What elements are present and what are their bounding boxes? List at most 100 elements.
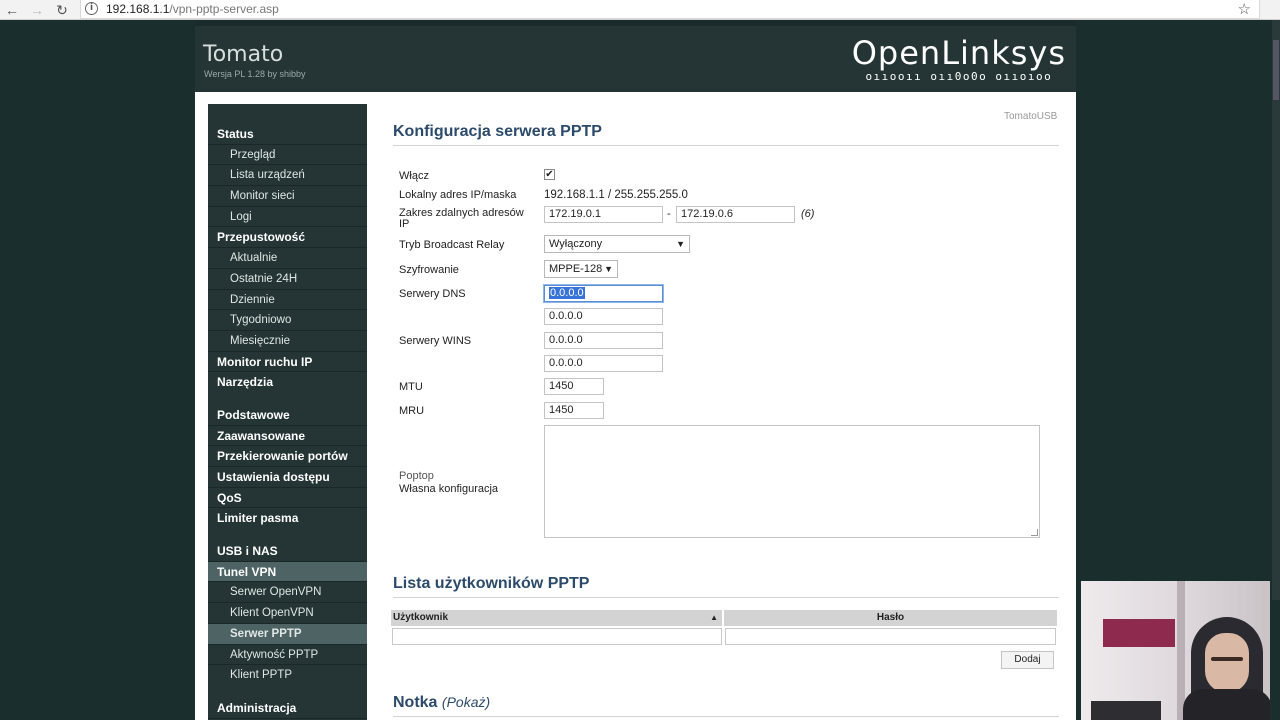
dns-1-selected-text: 0.0.0.0 xyxy=(549,287,585,299)
new-user-input[interactable] xyxy=(392,628,722,645)
router-page: Tomato Wersja PL 1.28 by shibby OpenLink… xyxy=(195,26,1076,720)
resize-grip-icon[interactable] xyxy=(1031,529,1038,536)
new-password-input[interactable] xyxy=(725,628,1056,645)
sidebar-item-tygodniowo[interactable]: Tygodniowo xyxy=(208,310,367,331)
webcam-wall-stripe xyxy=(1103,619,1175,647)
sort-asc-icon: ▲ xyxy=(710,613,718,622)
sidebar-item-przeglad[interactable]: Przegląd xyxy=(208,145,367,166)
wins-2-input[interactable]: 0.0.0.0 xyxy=(544,355,663,372)
section-divider xyxy=(393,597,1059,598)
custom-config-label-2: Własna konfiguracja xyxy=(399,483,499,495)
wins-1-input[interactable]: 0.0.0.0 xyxy=(544,332,663,349)
encryption-value: MPPE-128 xyxy=(549,263,603,275)
page-margin-left xyxy=(0,20,195,720)
url-text[interactable]: 192.168.1.1/vpn-pptp-server.asp xyxy=(106,2,279,16)
sidebar-item-limiter-pasma[interactable]: Limiter pasma xyxy=(208,508,367,529)
sidebar-item-administracja[interactable]: Administracja xyxy=(208,698,367,719)
local-ip-label: Lokalny adres IP/maska xyxy=(399,189,517,201)
page-header: Tomato Wersja PL 1.28 by shibby OpenLink… xyxy=(195,26,1076,92)
sidebar-item-qos[interactable]: QoS xyxy=(208,488,367,509)
enable-label: Włącz xyxy=(399,170,429,182)
webcam-monitor xyxy=(1091,701,1161,720)
remote-range-dash: - xyxy=(667,208,671,220)
browser-toolbar: ← → ↻ i 192.168.1.1/vpn-pptp-server.asp … xyxy=(0,0,1280,20)
mru-label: MRU xyxy=(399,405,425,417)
webcam-person-body xyxy=(1183,689,1270,720)
sidebar-item-monitor-sieci[interactable]: Monitor sieci xyxy=(208,186,367,207)
reload-icon[interactable]: ↻ xyxy=(53,1,71,19)
brand-version: Wersja PL 1.28 by shibby xyxy=(204,69,306,79)
sidebar-item-przekierowanie-portow[interactable]: Przekierowanie portów xyxy=(208,446,367,467)
sidebar-item-status[interactable]: Status xyxy=(208,124,367,145)
logo-binary: oııooıı oıı0o0o oııoıoo xyxy=(865,70,1053,83)
sidebar-item-tunel-vpn[interactable]: Tunel VPN xyxy=(208,561,367,583)
broadcast-select[interactable]: Wyłączony ▼ xyxy=(544,235,690,253)
brand-title: Tomato xyxy=(203,42,284,67)
users-header-password[interactable]: Hasło xyxy=(724,610,1057,626)
sidebar-item-aktualnie[interactable]: Aktualnie xyxy=(208,248,367,269)
sidebar-item-klient-openvpn[interactable]: Klient OpenVPN xyxy=(208,603,367,624)
sidebar-item-serwer-openvpn[interactable]: Serwer OpenVPN xyxy=(208,582,367,604)
dns-1-input[interactable]: 0.0.0.0 xyxy=(544,285,663,302)
sidebar-menu: Status Przegląd Lista urządzeń Monitor s… xyxy=(208,104,367,720)
sidebar-item-dziennie[interactable]: Dziennie xyxy=(208,290,367,311)
mtu-input[interactable]: 1450 xyxy=(544,378,604,395)
remote-range-label: Zakres zdalnych adresów IP xyxy=(399,207,524,230)
sidebar-item-monitor-ruchu-ip[interactable]: Monitor ruchu IP xyxy=(208,352,367,373)
section-divider xyxy=(393,145,1059,146)
star-icon[interactable]: ☆ xyxy=(1238,0,1251,18)
sidebar-item-klient-pptp[interactable]: Klient PPTP xyxy=(208,665,367,686)
dns-2-input[interactable]: 0.0.0.0 xyxy=(544,308,663,325)
dropdown-arrow-icon: ▼ xyxy=(676,239,685,249)
users-header-user[interactable]: Użytkownik ▲ xyxy=(391,610,722,626)
address-bar[interactable]: i 192.168.1.1/vpn-pptp-server.asp ☆ xyxy=(80,0,1260,19)
openlinksys-logo: OpenLinksys oııooıı oıı0o0o oııoıoo xyxy=(852,34,1066,83)
wins-label: Serwery WINS xyxy=(399,335,472,347)
section-title-users: Lista użytkowników PPTP xyxy=(393,575,590,592)
webcam-door xyxy=(1177,581,1185,720)
custom-config-label-1: Poptop xyxy=(399,470,434,482)
section-divider xyxy=(393,716,1059,717)
enable-checkbox[interactable]: ✔ xyxy=(544,169,555,180)
mtu-label: MTU xyxy=(399,381,423,393)
users-col-password-label: Hasło xyxy=(876,612,905,623)
remote-range-end-input[interactable]: 172.19.0.6 xyxy=(676,206,795,223)
back-icon[interactable]: ← xyxy=(3,1,21,19)
sidebar-item-logi[interactable]: Logi xyxy=(208,207,367,228)
broadcast-value: Wyłączony xyxy=(549,238,603,250)
webcam-overlay xyxy=(1081,581,1270,720)
dropdown-arrow-icon: ▼ xyxy=(604,264,613,274)
sidebar-item-lista-urzadzen[interactable]: Lista urządzeń xyxy=(208,165,367,187)
broadcast-label: Tryb Broadcast Relay xyxy=(399,239,505,251)
sidebar-item-ostatnie-24h[interactable]: Ostatnie 24H xyxy=(208,269,367,290)
sidebar-item-zaawansowane[interactable]: Zaawansowane xyxy=(208,426,367,447)
dns-label: Serwery DNS xyxy=(399,288,466,300)
encryption-select[interactable]: MPPE-128 ▼ xyxy=(544,260,618,278)
mru-input[interactable]: 1450 xyxy=(544,402,604,419)
scrollbar-thumb[interactable] xyxy=(1273,40,1279,100)
forward-icon[interactable]: → xyxy=(28,1,46,19)
notes-toggle-link[interactable]: (Pokaż) xyxy=(442,694,490,710)
webcam-person-face xyxy=(1205,633,1249,693)
webcam-person-eyes xyxy=(1211,657,1243,661)
logo-name: OpenLinksys xyxy=(851,34,1066,72)
local-ip-value: 192.168.1.1 / 255.255.255.0 xyxy=(544,189,688,201)
remote-range-start-input[interactable]: 172.19.0.1 xyxy=(544,206,663,223)
sidebar-item-serwer-pptp[interactable]: Serwer PPTP xyxy=(208,623,367,645)
info-icon[interactable]: i xyxy=(85,2,98,15)
corner-label: TomatoUSB xyxy=(1004,111,1058,122)
sidebar-item-przepustowosc[interactable]: Przepustowość xyxy=(208,227,367,249)
custom-config-textarea[interactable] xyxy=(544,425,1040,538)
sidebar-item-aktywnosc-pptp[interactable]: Aktywność PPTP xyxy=(208,645,367,666)
sidebar-item-narzedzia[interactable]: Narzędzia xyxy=(208,372,367,393)
sidebar-item-miesiecznie[interactable]: Miesięcznie xyxy=(208,331,367,352)
scrollbar[interactable] xyxy=(1272,20,1280,600)
section-title-config: Konfiguracja serwera PPTP xyxy=(393,123,602,140)
users-col-user-label: Użytkownik xyxy=(393,612,449,623)
sidebar-item-ustawienia-dostepu[interactable]: Ustawienia dostępu xyxy=(208,467,367,488)
notes-title: Notka xyxy=(393,694,438,711)
sidebar-item-usb-i-nas[interactable]: USB i NAS xyxy=(208,541,367,562)
add-user-button[interactable]: Dodaj xyxy=(1001,651,1054,669)
sidebar-item-podstawowe[interactable]: Podstawowe xyxy=(208,405,367,426)
encryption-label: Szyfrowanie xyxy=(399,264,459,276)
